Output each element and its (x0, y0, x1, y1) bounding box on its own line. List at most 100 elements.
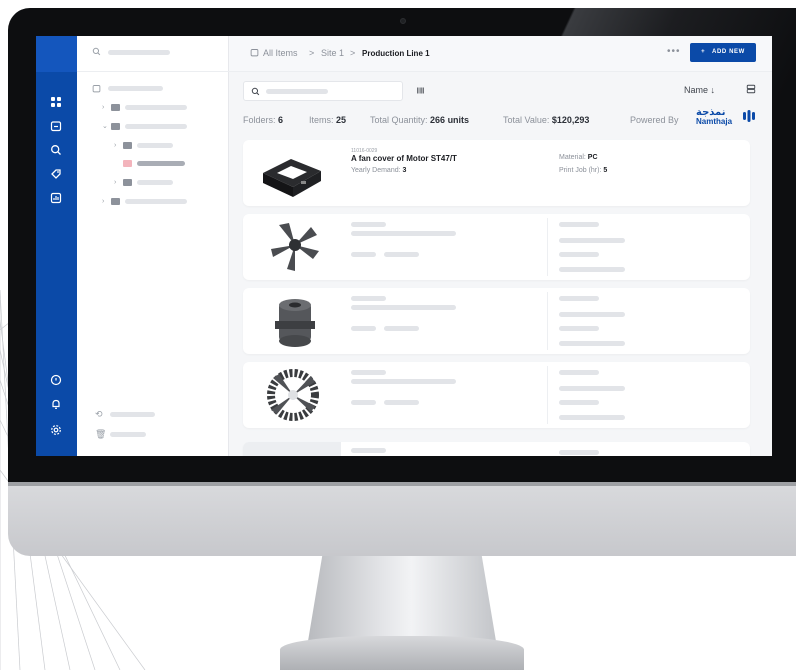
history-label[interactable] (110, 412, 155, 417)
calendar-icon[interactable] (50, 120, 62, 132)
history-icon[interactable]: ⟲ (95, 410, 103, 419)
placeholder-line (351, 305, 456, 310)
folder-icon (123, 160, 132, 167)
sort-dropdown[interactable]: Name ↓ (684, 85, 715, 95)
placeholder-line (559, 400, 599, 405)
item-thumbnail (243, 442, 341, 456)
tree-search[interactable] (77, 36, 229, 72)
barcode-icon[interactable] (416, 86, 425, 95)
placeholder-line (384, 252, 419, 257)
search-placeholder (266, 89, 328, 94)
placeholder-line (559, 386, 625, 391)
tree-search-placeholder (108, 50, 170, 55)
item-thumbnail (271, 223, 319, 271)
trash-label[interactable] (110, 432, 146, 437)
brand-mark-icon (743, 110, 755, 122)
placeholder-line (559, 238, 625, 243)
folder-icon (123, 179, 132, 186)
trash-icon[interactable]: 🗑 (95, 430, 106, 439)
stat-items: Items: 25 (309, 115, 347, 125)
breadcrumb-site[interactable]: Site 1 (321, 48, 344, 58)
brand-logo: نمذجة Namthaja (696, 108, 732, 126)
top-bar: All Items > Site 1 > Production Line 1 •… (229, 36, 772, 72)
monitor-stand-base (280, 636, 524, 670)
camera-icon (400, 18, 406, 24)
folder-icon (111, 104, 120, 111)
app-screen: › ⌄ › › › ⟲ 🗑 All Items > Site 1 > Produ… (36, 36, 772, 456)
chevron-right-icon[interactable]: › (102, 104, 104, 111)
tree-item[interactable] (125, 199, 187, 204)
grid-icon[interactable] (50, 96, 62, 108)
add-new-button[interactable]: + ADD NEW (690, 43, 756, 62)
stat-quantity: Total Quantity: 266 units (370, 115, 470, 125)
tree-item[interactable] (125, 105, 187, 110)
folder-icon (111, 123, 120, 130)
placeholder-line (351, 326, 376, 331)
item-name: A fan cover of Motor ST47/T (351, 154, 457, 163)
search-icon (251, 87, 260, 96)
chevron-right-icon[interactable]: › (102, 198, 104, 205)
tree-item[interactable] (137, 180, 173, 185)
add-new-label: ADD NEW (712, 49, 745, 55)
placeholder-line (351, 252, 376, 257)
item-card[interactable] (243, 214, 750, 280)
search-icon (92, 47, 101, 56)
chat-icon[interactable] (50, 374, 62, 386)
placeholder-line (559, 450, 599, 455)
calendar-icon (250, 49, 259, 57)
breadcrumb-separator: > (309, 48, 315, 58)
folder-icon (111, 198, 120, 205)
bell-icon[interactable] (50, 398, 62, 410)
stat-value: Total Value: $120,293 (503, 115, 590, 125)
item-thumbnail (267, 369, 319, 421)
monitor-chin-edge (8, 482, 796, 486)
item-thumbnail (263, 159, 321, 197)
placeholder-line (559, 296, 599, 301)
folder-icon (123, 142, 132, 149)
item-material: Material: PC (559, 154, 598, 161)
search-icon[interactable] (50, 144, 62, 156)
monitor-chin (8, 482, 796, 556)
placeholder-line (559, 267, 625, 272)
item-print-job: Print Job (hr): 5 (559, 167, 608, 174)
breadcrumb-root[interactable]: All Items (263, 48, 298, 58)
main-content: All Items > Site 1 > Production Line 1 •… (229, 36, 772, 456)
placeholder-line (351, 370, 386, 375)
placeholder-line (384, 400, 419, 405)
settings-icon[interactable] (50, 424, 62, 436)
search-input[interactable] (243, 81, 403, 101)
calendar-icon (92, 85, 101, 93)
card-divider (547, 292, 548, 350)
item-card[interactable]: 11016-0029 A fan cover of Motor ST47/T Y… (243, 140, 750, 206)
plus-icon: + (701, 49, 706, 55)
placeholder-line (351, 400, 376, 405)
more-icon[interactable]: ••• (667, 46, 681, 57)
item-card[interactable] (243, 362, 750, 428)
chevron-right-icon[interactable]: › (114, 142, 116, 149)
tree-item[interactable] (137, 143, 173, 148)
placeholder-line (559, 370, 599, 375)
tree-item-selected[interactable] (137, 161, 185, 166)
icon-rail (36, 36, 77, 456)
page: › ⌄ › › › ⟲ 🗑 All Items > Site 1 > Produ… (0, 0, 796, 670)
placeholder-line (351, 379, 456, 384)
stat-folders: Folders: 6 (243, 115, 284, 125)
card-divider (547, 218, 548, 276)
tree-item[interactable] (125, 124, 187, 129)
placeholder-line (351, 231, 456, 236)
chevron-right-icon[interactable]: › (114, 179, 116, 186)
folder-tree: › ⌄ › › › ⟲ 🗑 (77, 36, 229, 456)
item-thumbnail (275, 299, 315, 347)
placeholder-line (559, 326, 599, 331)
tag-icon[interactable] (50, 168, 62, 180)
chart-icon[interactable] (50, 192, 62, 204)
item-card[interactable] (243, 442, 750, 456)
view-toggle-icon[interactable] (746, 84, 756, 94)
placeholder-line (559, 341, 625, 346)
placeholder-line (351, 448, 386, 453)
placeholder-line (384, 326, 419, 331)
rail-logo-area (36, 36, 77, 72)
placeholder-line (351, 296, 386, 301)
chevron-down-icon[interactable]: ⌄ (102, 123, 108, 130)
item-card[interactable] (243, 288, 750, 354)
